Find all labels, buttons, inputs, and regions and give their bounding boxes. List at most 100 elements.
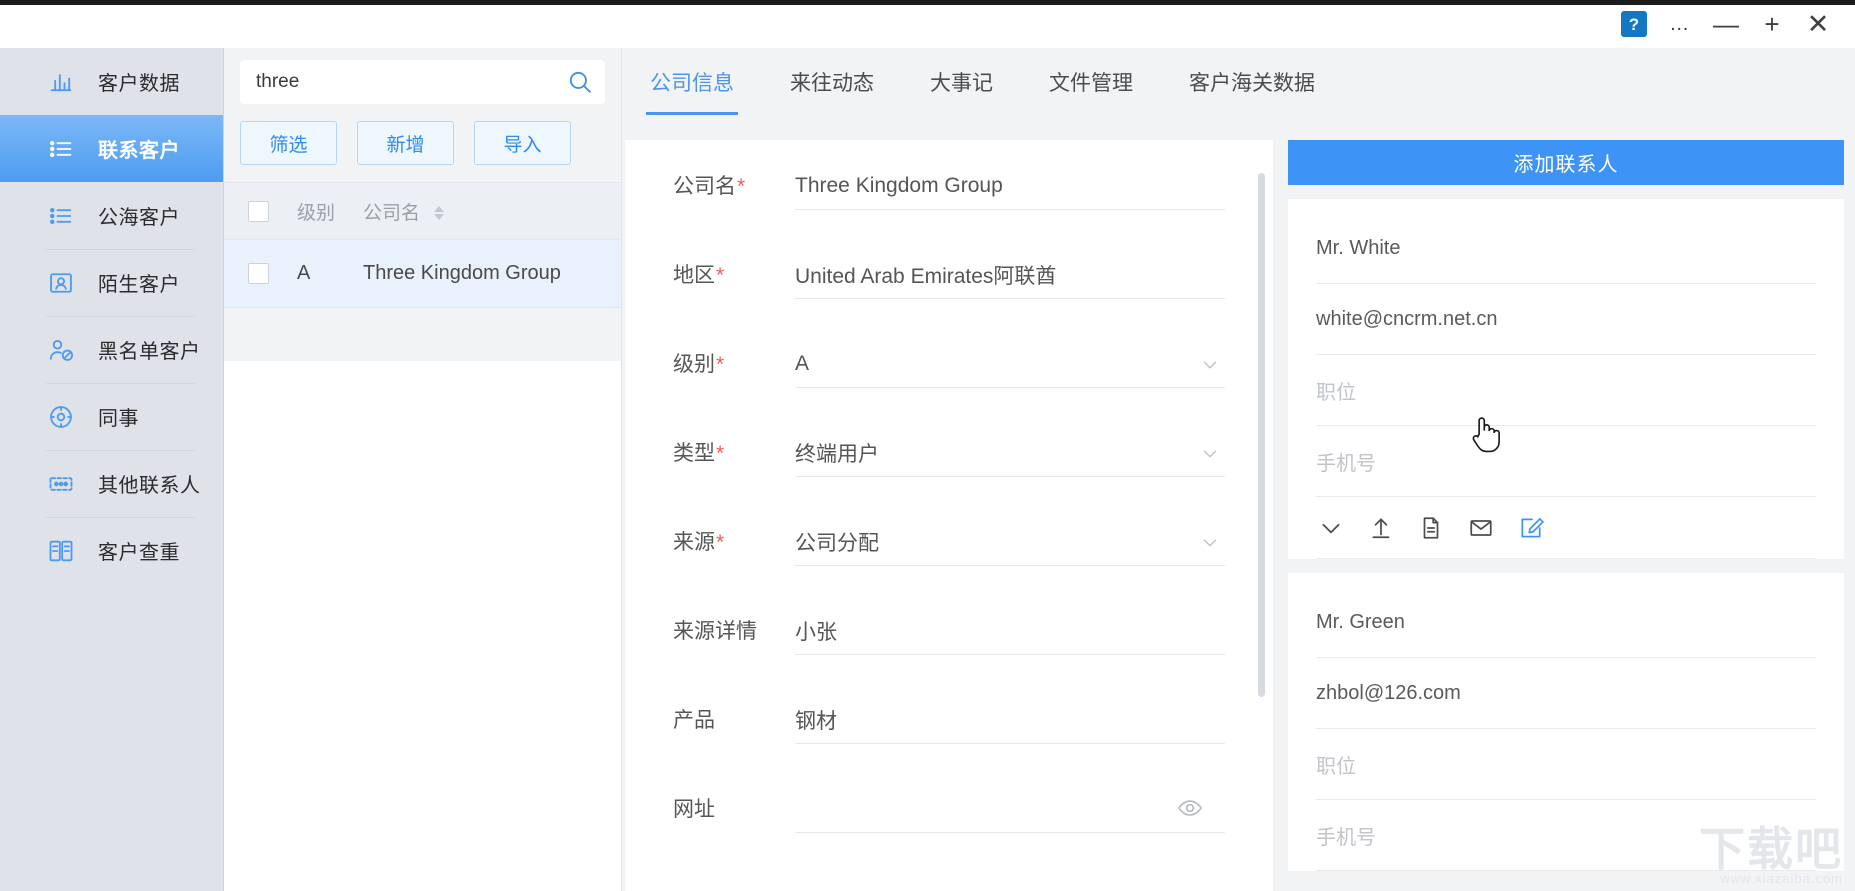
sidebar-item-label: 黑名单客户 [98, 341, 201, 363]
eye-icon[interactable] [1177, 795, 1203, 826]
contact-email-field[interactable]: zhbol@126.com [1316, 658, 1816, 729]
company-info-form: 公司名* Three Kingdom Group 地区* United Arab Em… [625, 140, 1273, 891]
form-field-label-text: 类型 [673, 442, 715, 465]
minimize-button[interactable]: — [1703, 4, 1749, 44]
form-field-label: 来源详情 [673, 603, 795, 645]
form-field-4: 来源* 公司分配 [673, 514, 1225, 603]
search-icon[interactable] [567, 69, 593, 95]
contact-position-field[interactable]: 职位 [1316, 355, 1816, 426]
sidebar-item-label: 陌生客户 [98, 274, 180, 296]
search-input[interactable] [256, 71, 567, 93]
form-scrollbar[interactable] [1258, 173, 1265, 697]
sidebar-item-6[interactable]: 其他联系人 [0, 450, 223, 517]
title-bar-strip [0, 0, 1855, 5]
form-field-value: Three Kingdom Group [795, 173, 1003, 197]
sidebar-item-0[interactable]: 客户数据 [0, 48, 223, 115]
user-block-icon [46, 335, 76, 365]
bar-chart-icon [46, 67, 76, 97]
tab-4[interactable]: 客户海关数据 [1161, 48, 1343, 115]
sort-icon[interactable] [434, 206, 445, 221]
more-options-button[interactable]: … [1657, 4, 1703, 44]
contact-phone-field[interactable]: 手机号 [1316, 800, 1816, 871]
contact-name-field[interactable]: Mr. White [1316, 213, 1816, 284]
contact-position-field[interactable]: 职位 [1316, 729, 1816, 800]
maximize-button[interactable]: + [1749, 4, 1795, 44]
upload-icon[interactable] [1368, 515, 1394, 541]
form-field-3: 类型* 终端用户 [673, 425, 1225, 514]
sidebar-item-4[interactable]: 黑名单客户 [0, 316, 223, 383]
form-field-control[interactable]: 钢材 [795, 692, 1225, 744]
document-icon[interactable] [1418, 515, 1444, 541]
help-button[interactable]: ? [1611, 4, 1657, 44]
sidebar-item-7[interactable]: 客户查重 [0, 517, 223, 584]
form-field-label: 地区* [673, 247, 795, 289]
form-field-label: 产品 [673, 692, 795, 734]
close-button[interactable]: ✕ [1795, 4, 1841, 44]
required-asterisk: * [737, 175, 746, 198]
chevron-down-icon[interactable] [1199, 354, 1221, 381]
list-action-buttons: 筛选 新增 导入 [224, 104, 621, 182]
tab-bar: 公司信息 来往动态 大事记 文件管理 客户海关数据 [622, 48, 1855, 115]
app-window: ? … — + ✕ 客户数据 联系客户 公海客户 陌生客户 黑名单客户 同事 其他联系人 客户… [0, 0, 1855, 891]
form-field-control[interactable]: Three Kingdom Group [795, 158, 1225, 210]
sidebar-item-3[interactable]: 陌生客户 [0, 249, 223, 316]
list-header-row: 级别 公司名 [224, 182, 621, 240]
form-field-control[interactable]: United Arab Emirates阿联酋 [795, 247, 1225, 299]
table-row[interactable]: A Three Kingdom Group [224, 240, 621, 308]
search-box[interactable] [240, 60, 605, 104]
mail-icon[interactable] [1468, 515, 1494, 541]
select-all-checkbox[interactable] [248, 200, 269, 222]
sidebar-item-label: 客户数据 [98, 73, 180, 95]
help-icon: ? [1621, 11, 1647, 37]
chevron-down-icon[interactable] [1199, 532, 1221, 559]
contact-phone-field[interactable]: 手机号 [1316, 426, 1816, 497]
tab-3[interactable]: 文件管理 [1021, 48, 1161, 115]
import-button[interactable]: 导入 [474, 121, 571, 165]
column-header-company[interactable]: 公司名 [363, 198, 621, 225]
sidebar-item-2[interactable]: 公海客户 [0, 182, 223, 249]
form-field-label-text: 级别 [673, 353, 715, 376]
tab-1[interactable]: 来往动态 [762, 48, 902, 115]
column-header-company-label: 公司名 [363, 202, 421, 224]
edit-icon[interactable] [1518, 515, 1544, 541]
form-field-control[interactable]: 公司分配 [795, 514, 1225, 566]
close-icon: ✕ [1806, 8, 1830, 39]
minimize-icon: — [1713, 9, 1739, 39]
form-field-value: 钢材 [795, 709, 837, 733]
customer-list-panel: 筛选 新增 导入 级别 公司名 A Three Kingdom Group [224, 48, 622, 891]
row-company: Three Kingdom Group [363, 262, 561, 284]
sidebar-item-label: 公海客户 [98, 207, 180, 229]
tab-0[interactable]: 公司信息 [622, 48, 762, 115]
form-field-control[interactable] [795, 781, 1225, 833]
form-field-control[interactable]: A [795, 336, 1225, 388]
contacts-panel: 添加联系人 Mr. White white@cncrm.net.cn 职位 手机号 Mr… [1288, 140, 1844, 891]
tab-label: 大事记 [930, 71, 993, 95]
tab-label: 客户海关数据 [1189, 71, 1315, 95]
form-field-control[interactable]: 终端用户 [795, 425, 1225, 477]
contact-email-field[interactable]: white@cncrm.net.cn [1316, 284, 1816, 355]
sidebar: 客户数据联系客户公海客户陌生客户黑名单客户同事 其他联系人 客户查重 [0, 0, 224, 891]
chevron-down-icon[interactable] [1199, 443, 1221, 470]
form-field-label-text: 产品 [673, 709, 715, 732]
contact-name: Mr. Green [1316, 610, 1405, 633]
add-contact-button[interactable]: 添加联系人 [1288, 140, 1844, 185]
plus-icon: + [1764, 9, 1780, 39]
gear-circle-icon [46, 402, 76, 432]
contact-position-placeholder: 职位 [1316, 381, 1356, 404]
filter-button[interactable]: 筛选 [240, 121, 337, 165]
sidebar-item-5[interactable]: 同事 [0, 383, 223, 450]
row-checkbox[interactable] [248, 263, 269, 284]
form-field-value: United Arab Emirates阿联酋 [795, 264, 1057, 288]
chevron-down-icon[interactable] [1318, 515, 1344, 541]
add-button[interactable]: 新增 [357, 121, 454, 165]
tab-label: 文件管理 [1049, 71, 1133, 95]
form-field-label: 公司名* [673, 158, 795, 200]
form-rows: 公司名* Three Kingdom Group 地区* United Arab Em… [673, 158, 1225, 870]
tab-2[interactable]: 大事记 [902, 48, 1021, 115]
form-field-value: 公司分配 [795, 531, 879, 555]
form-field-label: 级别* [673, 336, 795, 378]
required-asterisk: * [716, 264, 725, 287]
contact-name-field[interactable]: Mr. Green [1316, 587, 1816, 658]
form-field-control[interactable]: 小张 [795, 603, 1225, 655]
sidebar-item-1[interactable]: 联系客户 [0, 115, 223, 182]
